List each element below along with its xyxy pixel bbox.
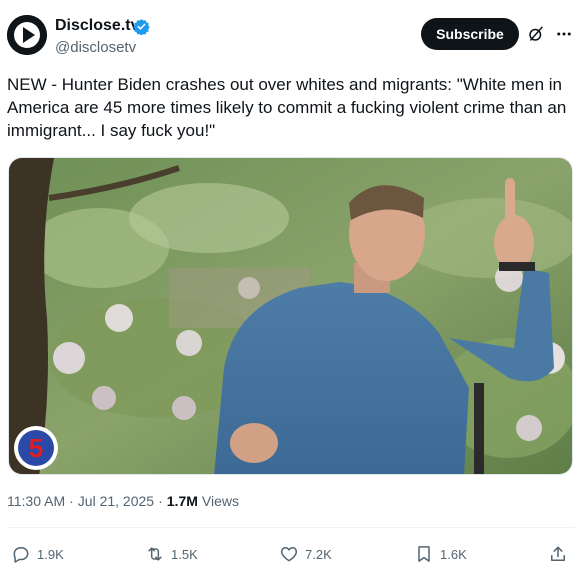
verified-badge-icon — [133, 18, 150, 35]
views-count: 1.7M — [166, 493, 198, 509]
more-icon[interactable] — [555, 25, 573, 43]
repost-button[interactable]: 1.5K — [145, 540, 198, 568]
reply-icon — [13, 547, 29, 563]
repost-count: 1.5K — [171, 546, 198, 562]
tweet-time[interactable]: 11:30 AM — [7, 493, 65, 509]
account-handle[interactable]: @disclosetv — [55, 39, 136, 56]
avatar[interactable] — [7, 15, 47, 55]
divider — [7, 527, 575, 528]
channel-logo: 5 — [29, 433, 43, 463]
bookmark-button[interactable]: 1.6K — [414, 540, 467, 568]
account-name[interactable]: Disclose.tv — [55, 17, 139, 35]
bookmark-icon — [418, 546, 430, 562]
like-count: 7.2K — [305, 546, 332, 562]
tweet-text: NEW - Hunter Biden crashes out over whit… — [7, 75, 567, 140]
disclose-play-logo-icon — [7, 15, 47, 55]
share-button[interactable] — [548, 540, 568, 568]
action-bar: 1.9K 1.5K 7.2K 1.6K — [0, 540, 582, 568]
grok-icon[interactable] — [527, 25, 545, 43]
subscribe-button[interactable]: Subscribe — [421, 18, 519, 50]
bookmark-count: 1.6K — [440, 546, 467, 562]
meta-separator: · — [158, 493, 163, 509]
heart-icon — [280, 547, 298, 562]
reply-count: 1.9K — [37, 546, 64, 562]
views-label: Views — [201, 493, 239, 509]
share-icon — [551, 546, 565, 561]
repost-icon — [148, 547, 162, 561]
tweet-media[interactable]: 5 — [8, 157, 573, 475]
tweet-date[interactable]: Jul 21, 2025 — [78, 493, 154, 509]
like-button[interactable]: 7.2K — [279, 540, 332, 568]
reply-button[interactable]: 1.9K — [11, 540, 64, 568]
tweet-meta: 11:30 AM · Jul 21, 2025 · 1.7M Views — [7, 493, 239, 509]
meta-separator: · — [69, 493, 74, 509]
